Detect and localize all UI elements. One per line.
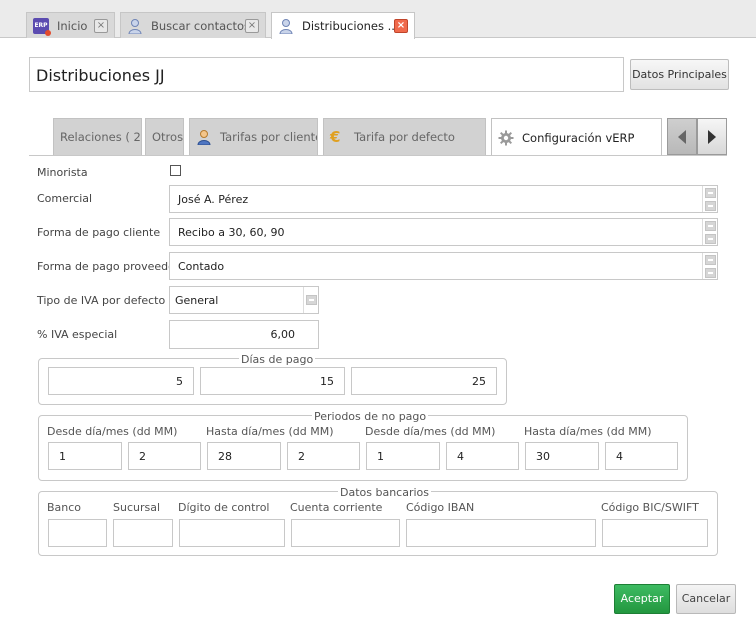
tab-label: Tarifa por defecto (354, 130, 455, 144)
close-icon[interactable]: × (245, 18, 259, 33)
iva-especial-input[interactable]: 6,00 (169, 320, 319, 349)
euro-icon: € (330, 128, 341, 146)
tab-tarifas-por-cliente[interactable]: Tarifas por cliente (189, 118, 318, 155)
dia-pago-3-input[interactable]: 25 (351, 367, 497, 395)
desde-2-mes-input[interactable]: 4 (446, 442, 519, 470)
tab-tarifa-por-defecto[interactable]: € Tarifa por defecto (323, 118, 486, 155)
tab-divider (29, 155, 727, 156)
user-icon (197, 130, 211, 145)
window-tab-distribuciones[interactable]: Distribuciones ... × (271, 12, 415, 39)
codigo-iban-input[interactable] (406, 519, 596, 547)
tipo-iva-label: Tipo de IVA por defecto (37, 294, 166, 307)
codigo-bic-label: Código BIC/SWIFT (601, 501, 699, 514)
chevron-left-icon (678, 129, 686, 144)
forma-pago-cliente-select[interactable]: Recibo a 30, 60, 90 (169, 218, 718, 246)
window-tab-label: Distribuciones ... (302, 19, 394, 33)
desde-1-dia-input[interactable]: 1 (48, 442, 122, 470)
gear-icon (498, 130, 514, 145)
contact-name-field[interactable]: Distribuciones JJ (29, 57, 624, 92)
accept-button[interactable]: Aceptar (614, 584, 670, 614)
tipo-iva-select[interactable]: General (169, 286, 319, 314)
erp-app-icon: ERP (33, 17, 51, 36)
dropdown-spinner[interactable] (702, 253, 717, 279)
banco-input[interactable] (48, 519, 107, 547)
dropdown-spinner[interactable] (702, 186, 717, 212)
tab-label: Otros (152, 130, 184, 144)
window-tab-inicio[interactable]: ERP Inicio × (26, 12, 115, 38)
tab-relaciones[interactable]: Relaciones ( 2 ) (53, 118, 142, 155)
comercial-label: Comercial (37, 192, 93, 205)
sucursal-label: Sucursal (113, 501, 161, 514)
tab-configuracion-verp[interactable]: Configuración vERP (491, 118, 662, 156)
codigo-iban-label: Código IBAN (406, 501, 475, 514)
banco-label: Banco (47, 501, 82, 514)
minorista-checkbox[interactable] (170, 165, 181, 176)
contact-icon (128, 18, 142, 34)
hasta-2-label: Hasta día/mes (dd MM) (524, 425, 652, 438)
select-value: Recibo a 30, 60, 90 (178, 225, 285, 239)
cuenta-corriente-input[interactable] (291, 519, 400, 547)
select-value: Contado (178, 259, 225, 273)
tab-scroll-right-button[interactable] (697, 118, 727, 155)
window-tab-label: Buscar contactos (151, 18, 245, 33)
cuenta-corriente-label: Cuenta corriente (290, 501, 383, 514)
minorista-label: Minorista (37, 166, 88, 179)
forma-pago-cliente-label: Forma de pago cliente (37, 226, 161, 239)
chevron-right-icon (708, 129, 716, 144)
window-tab-label: Inicio (57, 18, 88, 33)
dropdown-spinner[interactable] (702, 219, 717, 245)
sucursal-input[interactable] (113, 519, 173, 547)
datos-principales-button[interactable]: Datos Principales (630, 59, 729, 90)
dropdown-spinner[interactable] (303, 287, 318, 313)
desde-2-label: Desde día/mes (dd MM) (365, 425, 496, 438)
forma-pago-proveedor-label: Forma de pago proveedor (37, 260, 180, 273)
tab-label: Relaciones ( 2 ) (60, 130, 142, 144)
cancel-button[interactable]: Cancelar (676, 584, 736, 614)
select-value: José A. Pérez (178, 192, 249, 206)
hasta-1-label: Hasta día/mes (dd MM) (206, 425, 334, 438)
periodos-legend: Periodos de no pago (312, 410, 429, 423)
tab-otros[interactable]: Otros (145, 118, 184, 155)
dia-pago-2-input[interactable]: 15 (200, 367, 345, 395)
tab-label: Configuración vERP (522, 130, 635, 145)
datos-bancarios-legend: Datos bancarios (338, 486, 432, 499)
close-icon[interactable]: × (394, 19, 408, 33)
hasta-1-dia-input[interactable]: 28 (207, 442, 281, 470)
close-icon[interactable]: × (94, 18, 108, 33)
hasta-2-mes-input[interactable]: 4 (605, 442, 678, 470)
desde-1-mes-input[interactable]: 2 (128, 442, 201, 470)
tab-scroll-left-button[interactable] (667, 118, 697, 155)
digito-control-label: Dígito de control (178, 501, 270, 514)
desde-1-label: Desde día/mes (dd MM) (47, 425, 178, 438)
dia-pago-1-input[interactable]: 5 (48, 367, 194, 395)
hasta-1-mes-input[interactable]: 2 (287, 442, 360, 470)
select-value: General (175, 293, 219, 307)
contact-icon (279, 19, 293, 34)
digito-control-input[interactable] (179, 519, 285, 547)
desde-2-dia-input[interactable]: 1 (366, 442, 440, 470)
forma-pago-proveedor-select[interactable]: Contado (169, 252, 718, 280)
codigo-bic-input[interactable] (602, 519, 708, 547)
dias-pago-legend: Días de pago (239, 353, 316, 366)
tab-label: Tarifas por cliente (220, 130, 318, 144)
iva-especial-label: % IVA especial (37, 328, 118, 341)
comercial-select[interactable]: José A. Pérez (169, 185, 718, 213)
hasta-2-dia-input[interactable]: 30 (525, 442, 599, 470)
window-tab-buscar-contactos[interactable]: Buscar contactos × (120, 12, 266, 38)
